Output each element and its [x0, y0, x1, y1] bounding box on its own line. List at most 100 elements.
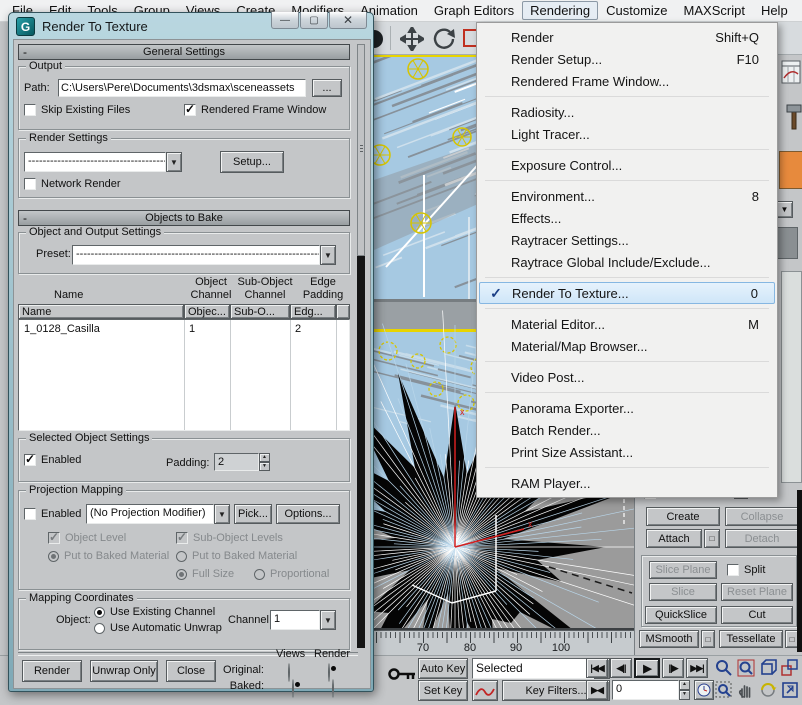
menu-item-raytrace-global-include-exclude[interactable]: Raytrace Global Include/Exclude... [479, 251, 775, 273]
select-and-rotate-icon[interactable] [430, 26, 456, 52]
current-frame-field[interactable]: 0 ▲▼ [612, 680, 690, 700]
menu-item-radiosity[interactable]: Radiosity... [479, 101, 775, 123]
rendered-frame-checkbox[interactable] [184, 104, 196, 116]
select-and-move-icon[interactable] [400, 27, 424, 51]
put-to-baked-radio-1[interactable] [48, 551, 59, 562]
menu-item-effects[interactable]: Effects... [479, 207, 775, 229]
menubar-item-customize[interactable]: Customize [598, 1, 675, 20]
minimize-button[interactable]: — [271, 12, 299, 29]
bake-preset-dropdown[interactable]: ----------------------------------------… [72, 245, 336, 265]
pick-button[interactable]: Pick... [234, 504, 272, 524]
bake-objects-list[interactable]: 1_0128_Casilla 1 2 [18, 319, 350, 431]
grid-header-object[interactable]: Objec... [184, 304, 230, 319]
menu-item-render[interactable]: Render Shift+Q [479, 26, 775, 48]
menubar-item-graph-editors[interactable]: Graph Editors [426, 1, 522, 20]
pan-button[interactable] [736, 680, 756, 700]
slice-button[interactable]: Slice [649, 583, 717, 601]
use-existing-channel-radio[interactable] [94, 607, 105, 618]
close-button[interactable]: ✕ [329, 12, 367, 29]
full-size-radio[interactable] [176, 569, 187, 580]
menu-item-exposure-control[interactable]: Exposure Control... [479, 154, 775, 176]
render-button[interactable]: Render [22, 660, 82, 682]
zoom-all-button[interactable] [736, 658, 756, 678]
grid-header-name[interactable]: Name [18, 304, 184, 319]
enabled-checkbox[interactable] [24, 454, 36, 466]
use-automatic-unwrap-radio[interactable] [94, 623, 105, 634]
options-button[interactable]: Options... [276, 504, 340, 524]
split-checkbox[interactable] [727, 564, 739, 576]
put-to-baked-radio-2[interactable] [176, 551, 187, 562]
rollout-collapse-icon[interactable]: - [23, 211, 27, 225]
channel-dropdown[interactable]: 1 ▼ [270, 610, 336, 630]
objects-to-bake-rollout[interactable]: - Objects to Bake [18, 210, 350, 226]
msmooth-options-button[interactable]: □ [701, 630, 715, 648]
tessellate-button[interactable]: Tessellate [719, 630, 783, 648]
row-padding-cell[interactable]: 2 [295, 323, 301, 335]
object-color-swatch[interactable] [779, 151, 802, 189]
dialog-scrollbar-track[interactable] [357, 44, 365, 648]
render-preset-arrow[interactable]: ▼ [166, 152, 182, 172]
object-level-checkbox[interactable] [48, 532, 60, 544]
time-configuration-button[interactable] [694, 680, 714, 700]
track-bar[interactable]: 70 80 90 100 [374, 630, 634, 655]
attach-options-button[interactable]: □ [704, 529, 720, 548]
browse-path-button[interactable]: ... [312, 79, 342, 97]
menu-item-ram-player[interactable]: RAM Player... [479, 472, 775, 494]
reset-plane-button[interactable]: Reset Plane [721, 583, 793, 601]
menu-item-panorama-exporter[interactable]: Panorama Exporter... [479, 397, 775, 419]
previous-frame-button[interactable]: ◀|| [610, 658, 632, 678]
go-to-end-button[interactable]: ▶▶| [686, 658, 708, 678]
menu-item-environment[interactable]: Environment... 8 [479, 185, 775, 207]
zoom-region-button[interactable] [714, 680, 734, 700]
menu-item-material-editor[interactable]: Material Editor... M [479, 313, 775, 335]
row-name-cell[interactable]: 1_0128_Casilla [24, 323, 100, 335]
menu-item-render-setup[interactable]: Render Setup... F10 [479, 48, 775, 70]
skip-existing-checkbox[interactable] [24, 104, 36, 116]
detach-button[interactable]: Detach [725, 529, 799, 548]
set-key-button[interactable]: Set Key [418, 680, 468, 701]
curve-editor-icon[interactable] [781, 60, 801, 84]
dialog-scrollbar-thumb[interactable] [357, 44, 365, 256]
auto-key-button[interactable]: Auto Key [418, 658, 468, 679]
menu-item-batch-render[interactable]: Batch Render... [479, 419, 775, 441]
projection-enabled-checkbox[interactable] [24, 508, 36, 520]
modifier-list-dropdown-arrow[interactable]: ▼ [776, 201, 793, 218]
network-render-checkbox[interactable] [24, 178, 36, 190]
slice-plane-button[interactable]: Slice Plane [649, 561, 717, 579]
menu-item-render-to-texture[interactable]: ✓ Render To Texture... 0 [479, 282, 775, 304]
restore-button[interactable]: ▢ [300, 12, 328, 29]
channel-arrow[interactable]: ▼ [320, 610, 336, 630]
padding-spinner[interactable]: 2 ▲▼ [214, 453, 270, 471]
menu-item-raytracer-settings[interactable]: Raytracer Settings... [479, 229, 775, 251]
go-to-start-button[interactable]: |◀◀ [586, 658, 608, 678]
render-to-texture-dialog[interactable]: G Render To Texture — ▢ ✕ - General Sett… [8, 12, 374, 692]
baked-render-radio[interactable] [332, 679, 334, 698]
msmooth-button[interactable]: MSmooth [639, 630, 699, 648]
projection-modifier-arrow[interactable]: ▼ [214, 504, 230, 524]
proportional-radio[interactable] [254, 569, 265, 580]
zoom-button[interactable] [714, 658, 734, 678]
new-key-tangent-button[interactable] [472, 680, 498, 701]
collapse-button[interactable]: Collapse [725, 507, 799, 526]
menubar-item-help[interactable]: Help [753, 1, 796, 20]
sub-object-levels-checkbox[interactable] [176, 532, 188, 544]
grid-header-subobject[interactable]: Sub-O... [230, 304, 290, 319]
menu-item-light-tracer[interactable]: Light Tracer... [479, 123, 775, 145]
zoom-extents-all-button[interactable] [780, 658, 800, 678]
padding-spin-arrows[interactable]: ▲▼ [259, 453, 270, 471]
menu-item-print-size-assistant[interactable]: Print Size Assistant... [479, 441, 775, 463]
render-preset-dropdown[interactable]: ----------------------------------------… [24, 152, 182, 172]
bake-preset-arrow[interactable]: ▼ [320, 245, 336, 265]
quickslice-button[interactable]: QuickSlice [645, 606, 717, 624]
create-button[interactable]: Create [646, 507, 720, 526]
original-render-radio[interactable] [328, 663, 330, 682]
unwrap-only-button[interactable]: Unwrap Only [90, 660, 158, 682]
utilities-hammer-icon[interactable] [785, 103, 802, 131]
attach-button[interactable]: Attach [646, 529, 702, 548]
menu-item-rendered-frame-window[interactable]: Rendered Frame Window... [479, 70, 775, 92]
grid-header-edge[interactable]: Edg... [290, 304, 336, 319]
baked-views-radio[interactable] [292, 679, 294, 698]
projection-modifier-dropdown[interactable]: (No Projection Modifier) ▼ [86, 504, 230, 524]
next-frame-button[interactable]: ||▶ [662, 658, 684, 678]
general-settings-rollout[interactable]: - General Settings [18, 44, 350, 60]
